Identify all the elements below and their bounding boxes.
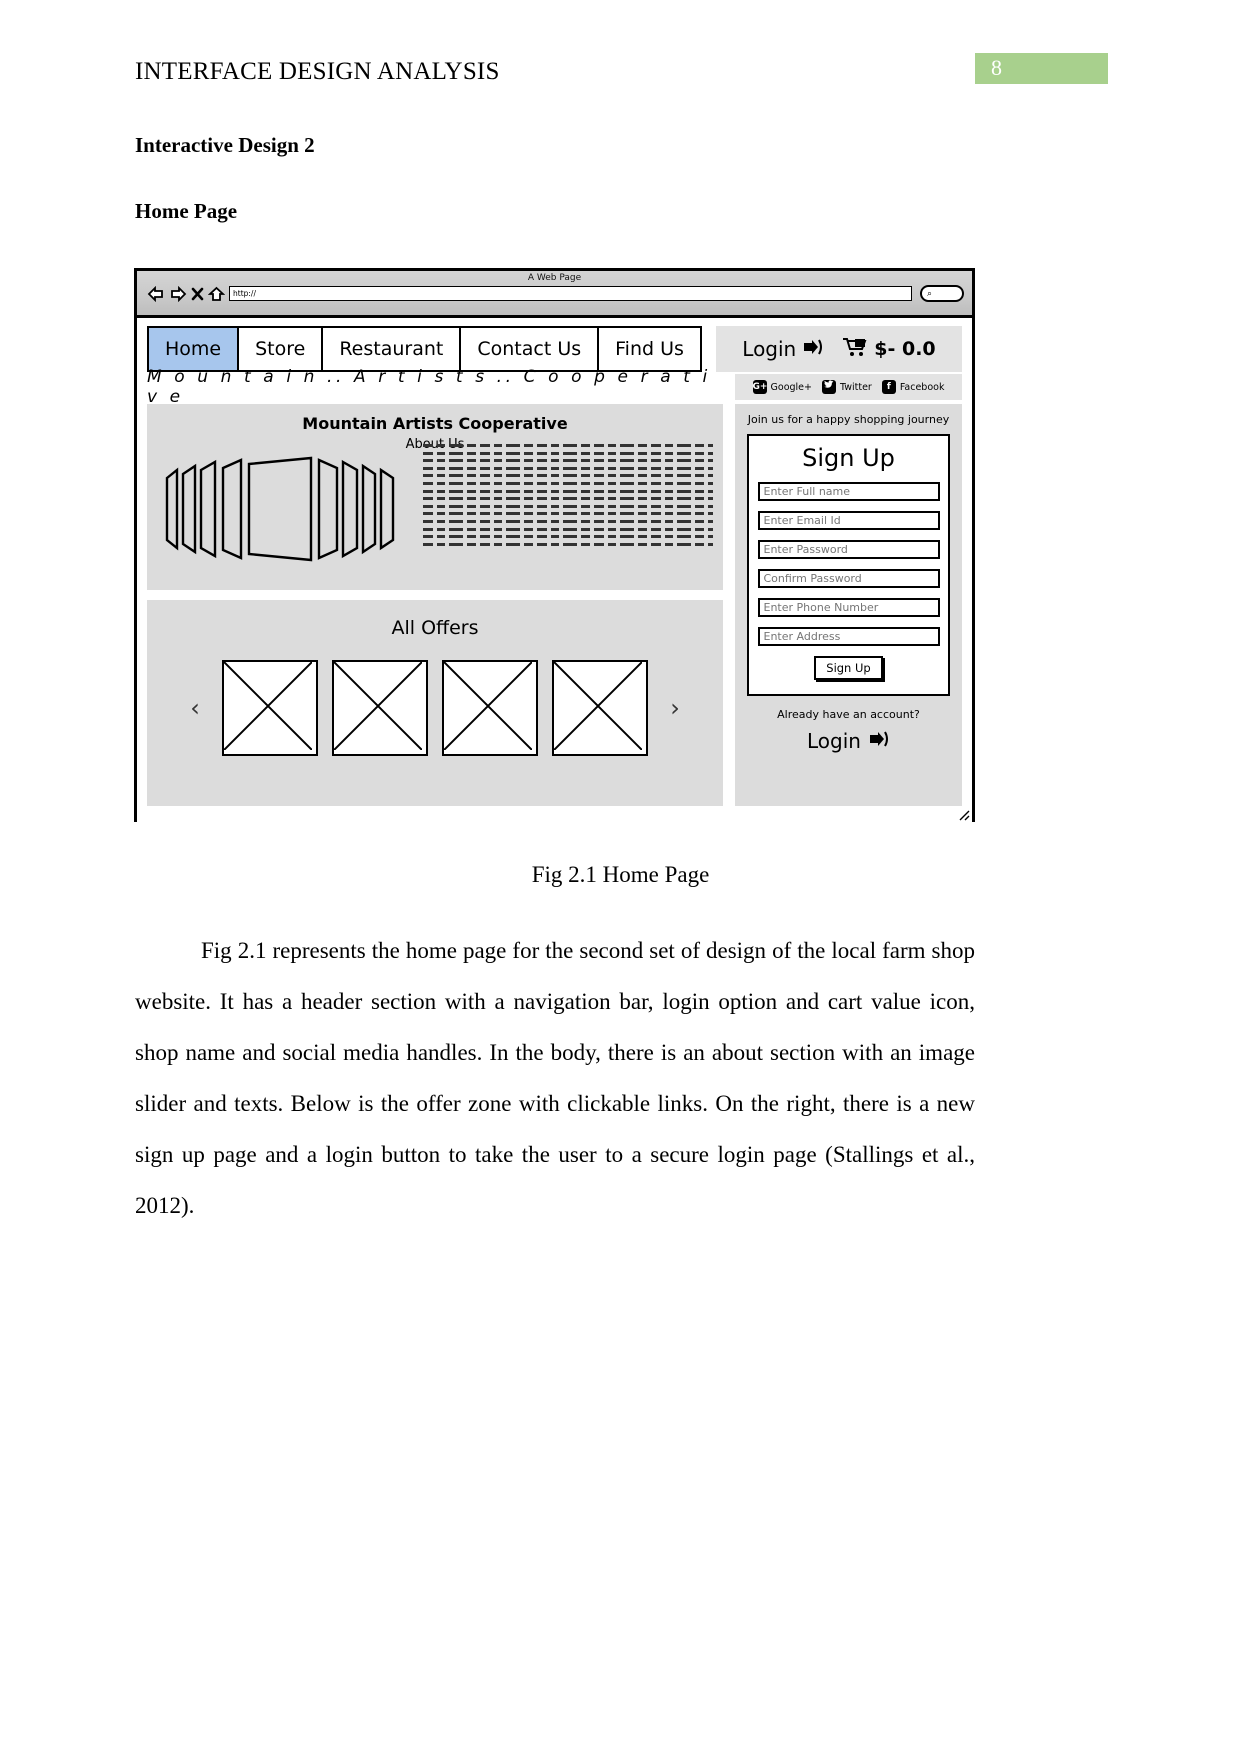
offers-section: All Offers ‹ › xyxy=(147,600,723,806)
social-label-twitter: Twitter xyxy=(839,381,872,393)
offers-title: All Offers xyxy=(391,617,479,639)
about-section: Mountain Artists Cooperative About Us xyxy=(147,404,723,590)
login-arrow-icon xyxy=(868,729,890,753)
carousel-prev-icon[interactable]: ‹ xyxy=(182,694,208,722)
header-title: INTERFACE DESIGN ANALYSIS xyxy=(135,58,500,85)
signup-login-label: Login xyxy=(807,729,861,753)
address-input[interactable] xyxy=(757,627,940,646)
about-title: Mountain Artists Cooperative xyxy=(302,414,568,433)
browser-window-title: A Web Page xyxy=(527,273,582,283)
browser-viewport: Home Store Restaurant Contact Us Find Us… xyxy=(137,318,972,822)
brand-row: M o u n t a i n .. A r t i s t s .. C o … xyxy=(147,367,723,407)
signup-heading: Sign Up xyxy=(802,444,895,472)
page-number: 8 xyxy=(991,55,1002,80)
wireframe-figure: A Web Page http:// ⌕ Home Store Restaura… xyxy=(134,268,975,822)
nav-tab-store[interactable]: Store xyxy=(239,328,324,370)
main-navigation: Home Store Restaurant Contact Us Find Us xyxy=(147,326,702,372)
site-header: Home Store Restaurant Contact Us Find Us… xyxy=(147,326,962,372)
offer-thumbnail-3[interactable] xyxy=(442,660,538,756)
social-label-google-plus: Google+ xyxy=(770,381,812,393)
page-number-badge: 8 xyxy=(975,53,1108,84)
figure-caption: Fig 2.1 Home Page xyxy=(531,862,710,887)
cart-value: $- 0.0 xyxy=(874,338,936,360)
body-paragraph: Fig 2.1 represents the home page for the… xyxy=(135,938,975,1218)
offers-carousel: ‹ › xyxy=(147,660,723,756)
social-link-twitter[interactable]: Twitter xyxy=(821,380,872,394)
nav-tab-find-us[interactable]: Find Us xyxy=(599,328,700,370)
confirm-password-input[interactable] xyxy=(757,569,940,588)
account-bar: Login $- 0.0 xyxy=(715,326,962,372)
facebook-icon: f xyxy=(881,380,896,394)
nav-tab-contact-us[interactable]: Contact Us xyxy=(461,328,600,370)
already-have-account-text: Already have an account? xyxy=(777,708,920,721)
nav-tab-restaurant[interactable]: Restaurant xyxy=(323,328,462,370)
carousel-next-icon[interactable]: › xyxy=(662,694,688,722)
header-login-label: Login xyxy=(742,337,797,361)
signup-submit-button[interactable]: Sign Up xyxy=(814,656,883,680)
address-bar-value: http:// xyxy=(233,289,256,298)
phone-number-input[interactable] xyxy=(757,598,940,617)
document-running-header: INTERFACE DESIGN ANALYSIS 8 xyxy=(135,53,1108,98)
signup-login-link[interactable]: Login xyxy=(735,729,962,753)
signup-section: Join us for a happy shopping journey Sig… xyxy=(735,404,962,806)
signup-tagline: Join us for a happy shopping journey xyxy=(747,413,950,426)
section-heading-home-page: Home Page xyxy=(135,199,238,223)
home-icon[interactable] xyxy=(208,286,225,302)
close-x-icon[interactable] xyxy=(191,286,204,302)
google-plus-icon: G+ xyxy=(752,380,768,394)
browser-search-box[interactable]: ⌕ xyxy=(920,285,964,302)
section-heading-interactive-design: Interactive Design 2 xyxy=(135,133,315,157)
signup-form: Sign Up Sign Up xyxy=(747,434,950,696)
header-login-button[interactable]: Login xyxy=(742,337,824,361)
forward-arrow-icon[interactable] xyxy=(169,286,187,302)
password-input[interactable] xyxy=(757,540,940,559)
cart-widget[interactable]: $- 0.0 xyxy=(842,337,936,362)
email-input[interactable] xyxy=(757,511,940,530)
shop-name: M o u n t a i n .. A r t i s t s .. C o … xyxy=(147,367,711,407)
back-arrow-icon[interactable] xyxy=(147,286,165,302)
nav-tab-home[interactable]: Home xyxy=(149,328,240,370)
social-link-google-plus[interactable]: G+ Google+ xyxy=(752,380,812,394)
social-media-bar: G+ Google+ Twitter f Facebook xyxy=(735,374,962,400)
full-name-input[interactable] xyxy=(757,482,940,501)
social-label-facebook: Facebook xyxy=(899,381,945,393)
offer-thumbnail-2[interactable] xyxy=(332,660,428,756)
offer-thumbnail-1[interactable] xyxy=(222,660,318,756)
login-arrow-icon xyxy=(802,337,824,361)
address-bar[interactable]: http:// xyxy=(229,286,912,301)
magnifier-icon: ⌕ xyxy=(927,289,933,299)
about-text-placeholder xyxy=(423,444,713,579)
browser-chrome: A Web Page http:// ⌕ xyxy=(137,271,972,318)
offer-thumbnail-4[interactable] xyxy=(552,660,648,756)
resize-handle-icon[interactable] xyxy=(956,806,970,821)
browser-toolbar xyxy=(147,286,225,302)
image-slider-placeholder[interactable] xyxy=(161,448,411,568)
social-link-facebook[interactable]: f Facebook xyxy=(881,380,945,394)
shopping-cart-icon xyxy=(842,337,868,362)
twitter-icon xyxy=(821,380,836,394)
